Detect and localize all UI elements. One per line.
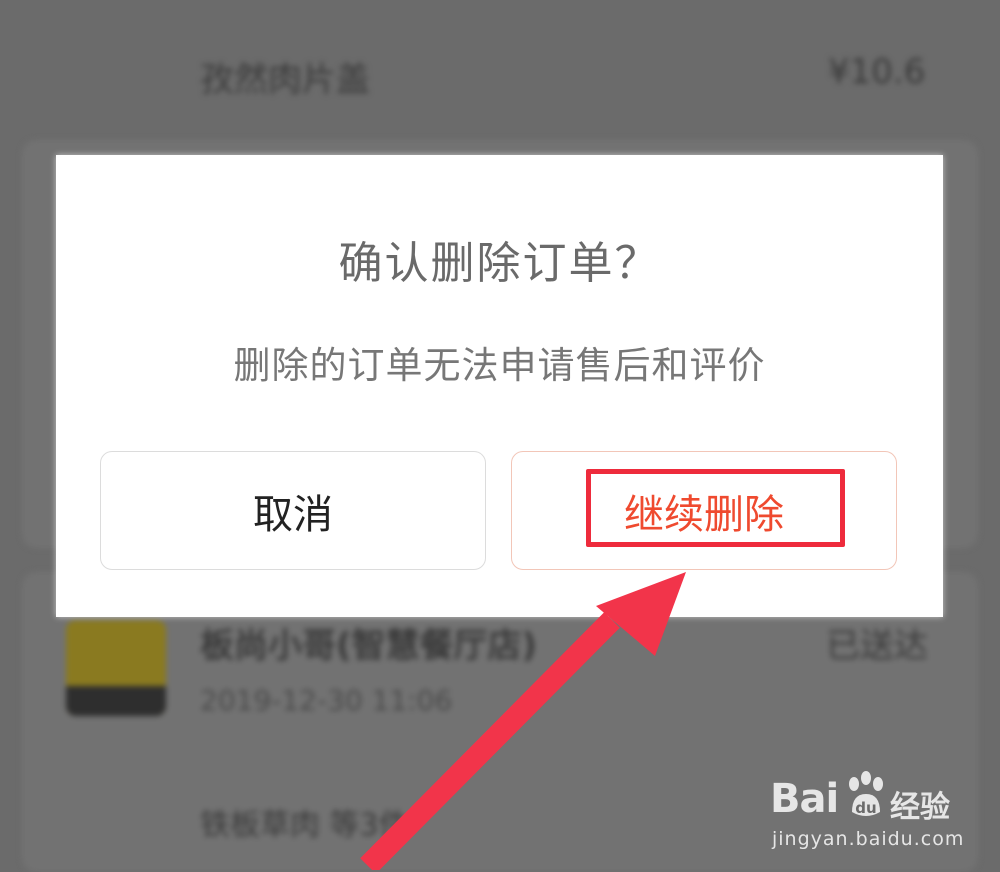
paw-icon: du	[849, 771, 883, 817]
watermark-logo-text: Bai	[770, 776, 839, 822]
annotation-arrow-icon	[360, 572, 686, 870]
watermark-url: jingyan.baidu.com	[772, 828, 965, 850]
watermark-jingyan: 经验	[890, 790, 950, 825]
baidu-jingyan-watermark: Bai du 经验 jingyan.baidu.com	[770, 770, 990, 860]
svg-text:du: du	[855, 799, 876, 817]
